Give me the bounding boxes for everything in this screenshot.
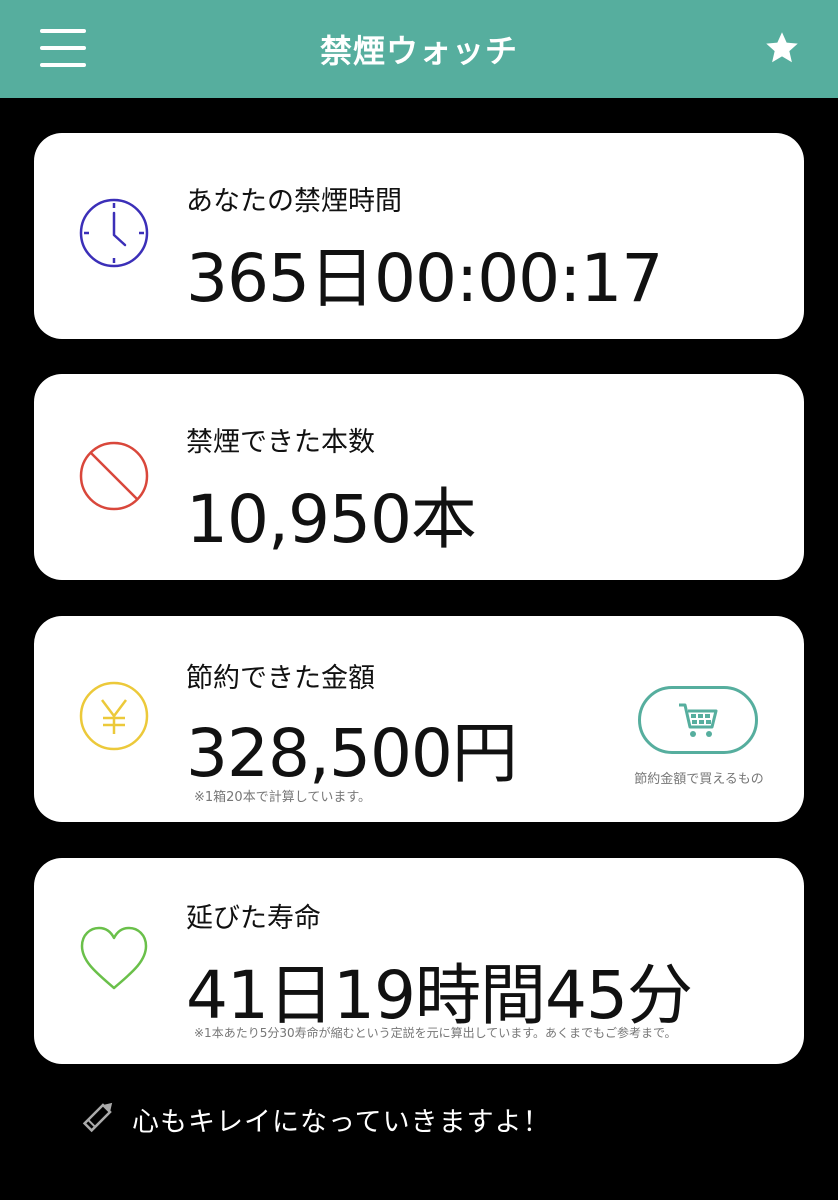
money-saved-label: 節約できた金額 (186, 663, 375, 694)
encouragement-message: 心もキレイになっていきますよ！ (132, 1107, 551, 1138)
shop-caption: 節約金額で買えるもの (634, 772, 764, 787)
life-extended-label: 延びた寿命 (186, 903, 321, 934)
money-saved-value: 328,500円 (186, 715, 518, 792)
shopping-cart-icon (679, 703, 718, 737)
life-extended-card: 延びた寿命 41日19時間45分 ※1本あたり5分30寿命が縮むという定説を元に… (34, 858, 804, 1064)
app-title: 禁煙ウォッチ (319, 32, 518, 70)
cigarettes-label: 禁煙できた本数 (186, 427, 375, 458)
cigarettes-value: 10,950本 (186, 481, 477, 558)
money-note: ※1箱20本で計算しています。 (194, 790, 372, 805)
favorite-button[interactable] (764, 30, 800, 66)
star-icon (766, 32, 798, 63)
quit-time-value: 365日00:00:17 (186, 240, 663, 317)
heart-icon (80, 926, 148, 990)
quit-time-card: あなたの禁煙時間 365日00:00:17 (34, 133, 804, 339)
life-note: ※1本あたり5分30寿命が縮むという定説を元に算出しています。あくまでもご参考ま… (194, 1026, 677, 1040)
prohibited-icon (79, 441, 149, 511)
clock-icon (79, 198, 149, 268)
shop-button[interactable] (638, 686, 758, 754)
cigarettes-card: 禁煙できた本数 10,950本 (34, 374, 804, 580)
money-saved-card: 節約できた金額 328,500円 ※1箱20本で計算しています。 節約金額で買え… (34, 616, 804, 822)
pencil-icon (82, 1102, 113, 1133)
quit-time-label: あなたの禁煙時間 (186, 186, 402, 217)
yen-icon (79, 681, 149, 751)
app-header: 禁煙ウォッチ (0, 0, 838, 98)
